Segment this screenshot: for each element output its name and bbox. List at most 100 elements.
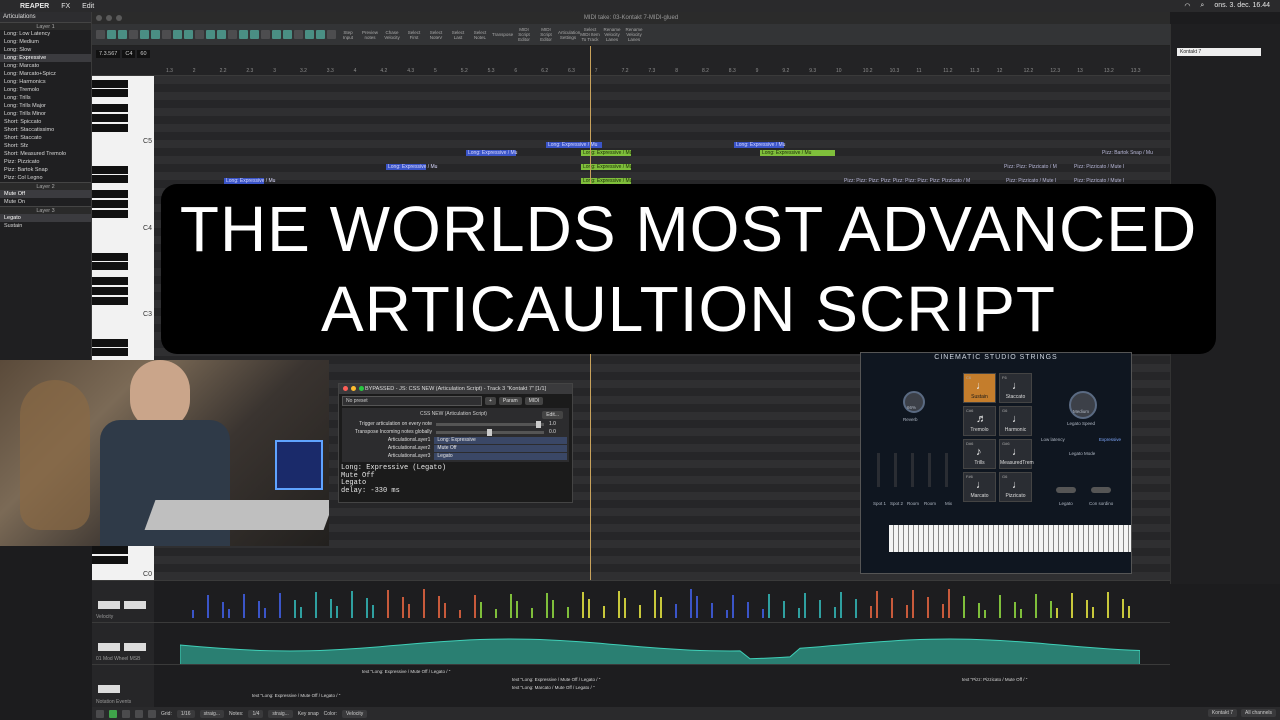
velocity-bar[interactable] — [912, 590, 914, 618]
velocity-bar[interactable] — [855, 599, 857, 618]
velocity-bar[interactable] — [387, 590, 389, 618]
toolbar-tool-icon[interactable] — [96, 30, 105, 39]
black-key[interactable] — [92, 556, 128, 564]
articulation-key-sustain[interactable]: C6 ♩ Sustain — [963, 373, 996, 403]
articulation-item[interactable]: Long: Expressive — [0, 54, 91, 62]
toolbar-action-button[interactable]: Select NoteL — [470, 30, 490, 40]
midi-note[interactable]: Long: Expressive / Mu — [734, 142, 785, 148]
lane-button[interactable] — [124, 643, 146, 651]
articulation-item[interactable]: Long: Slow — [0, 46, 91, 54]
toolbar-action-button[interactable]: Select NoteV — [426, 30, 446, 40]
velocity-bar[interactable] — [999, 595, 1001, 618]
black-key[interactable] — [92, 276, 128, 285]
velocity-bar[interactable] — [258, 601, 260, 618]
articulation-item[interactable]: Mute On — [0, 198, 91, 206]
articulation-item[interactable]: Long: Trills Major — [0, 102, 91, 110]
black-key[interactable] — [92, 252, 128, 261]
toolbar-action-button[interactable]: MIDI Script Editor — [514, 27, 534, 42]
articulation-key-trills[interactable]: D#6 ♪ Trills — [963, 439, 996, 469]
velocity-bar[interactable] — [978, 603, 980, 618]
midi-note[interactable]: Long: Expressive / Mu — [466, 150, 517, 156]
velocity-bar[interactable] — [876, 591, 878, 618]
toolbar-tool-icon[interactable] — [239, 30, 248, 39]
add-preset-button[interactable]: + — [485, 397, 496, 405]
fx-selector[interactable]: Kontakt 7 — [1177, 48, 1261, 56]
black-key[interactable] — [92, 175, 128, 184]
black-key[interactable] — [92, 89, 128, 97]
toolbar-action-button[interactable]: Select Last — [448, 30, 468, 40]
articulation-key-marcato[interactable]: F#6 ♩ Marcato — [963, 472, 996, 502]
black-key[interactable] — [92, 80, 128, 88]
edit-button[interactable]: Edit... — [542, 411, 563, 419]
velocity-bar[interactable] — [330, 599, 332, 618]
articulation-key-measuredtrem[interactable]: G#6 ♩ MeasuredTrem — [999, 439, 1034, 469]
kontakt-keyboard[interactable] — [889, 525, 1131, 552]
articulation-item[interactable]: Long: Medium — [0, 38, 91, 46]
black-key[interactable] — [92, 210, 128, 219]
midi-note[interactable]: Long: Expressive / Mu — [386, 164, 437, 170]
toolbar-tool-icon[interactable] — [107, 30, 116, 39]
toolbar-action-button[interactable]: Chase Velocity — [382, 30, 402, 40]
articulation-item[interactable]: Short: Spiccato — [0, 118, 91, 126]
velocity-bar[interactable] — [480, 602, 482, 618]
grid-type-select[interactable]: straig... — [199, 709, 224, 718]
text-event[interactable]: text "Long: Expressive / Mute Off / Lega… — [362, 669, 450, 674]
midi-note[interactable]: Long: Expressive / Mu — [581, 150, 632, 156]
velocity-bar[interactable] — [1050, 601, 1052, 618]
velocity-bar[interactable] — [1035, 594, 1037, 618]
velocity-bar[interactable] — [264, 608, 266, 618]
velocity-bar[interactable] — [840, 592, 842, 618]
velocity-bar[interactable] — [336, 606, 338, 618]
modwheel-lane[interactable]: 01 Mod Wheel MSB — [92, 622, 1170, 665]
jsfx-titlebar[interactable]: BYPASSED - JS: CSS NEW (Articulation Scr… — [339, 384, 572, 394]
black-key[interactable] — [92, 348, 128, 357]
mix-fader[interactable] — [928, 453, 931, 487]
velocity-bar[interactable] — [747, 602, 749, 618]
velocity-bar[interactable] — [948, 589, 950, 618]
articulation-key-tremolo[interactable]: C#6 ♬ Tremolo — [963, 406, 996, 436]
velocity-bar[interactable] — [624, 598, 626, 618]
toolbar-action-button[interactable]: Preview notes — [360, 30, 380, 40]
articulation-item[interactable]: Long: Marcato+Spicz — [0, 70, 91, 78]
slider-track[interactable] — [436, 428, 544, 436]
velocity-bar[interactable] — [942, 604, 944, 618]
lane-button[interactable] — [98, 601, 120, 609]
clock[interactable]: ons. 3. dec. 16.44 — [1214, 2, 1270, 10]
toolbar-tool-icon[interactable] — [162, 30, 171, 39]
velocity-bar[interactable] — [696, 596, 698, 618]
black-key[interactable] — [92, 124, 128, 132]
articulation-item[interactable]: Long: Trills — [0, 94, 91, 102]
selector-dropdown[interactable]: Long: Expressive — [434, 436, 567, 444]
text-event[interactable]: text "Long: Expressive / Mute Off / Lega… — [252, 693, 340, 698]
velocity-bar[interactable] — [192, 610, 194, 618]
modwheel-area[interactable] — [180, 638, 1140, 665]
velocity-bar[interactable] — [438, 596, 440, 618]
articulation-item[interactable]: Short: Staccatissimo — [0, 126, 91, 134]
app-menu[interactable]: REAPER — [20, 3, 49, 10]
key-snap-checkbox[interactable]: Key snap — [298, 711, 319, 717]
velocity-bar[interactable] — [444, 603, 446, 618]
black-key[interactable] — [92, 200, 128, 209]
toolbar-tool-icon[interactable] — [294, 30, 303, 39]
velocity-bar[interactable] — [804, 593, 806, 618]
black-key[interactable] — [92, 339, 128, 348]
toolbar-tool-icon[interactable] — [250, 30, 259, 39]
lane-button[interactable] — [98, 643, 120, 651]
velocity-bar[interactable] — [228, 609, 230, 618]
velocity-bar[interactable] — [618, 591, 620, 618]
articulation-item[interactable]: Legato — [0, 214, 91, 222]
text-event[interactable]: text "Pizz: Pizzicato / Mute Off / " — [962, 677, 1027, 682]
toolbar-action-button[interactable]: Step Input — [338, 30, 358, 40]
velocity-bar[interactable] — [423, 589, 425, 618]
velocity-bar[interactable] — [711, 603, 713, 618]
selector-dropdown[interactable]: Legato — [434, 452, 567, 460]
play-button[interactable] — [109, 709, 117, 718]
velocity-bar[interactable] — [906, 605, 908, 618]
velocity-bar[interactable] — [732, 595, 734, 618]
black-key[interactable] — [92, 296, 128, 305]
toolbar-tool-icon[interactable] — [206, 30, 215, 39]
velocity-bar[interactable] — [1122, 599, 1124, 618]
timeline-ruler[interactable]: 1.3 2 2.2 2.3 3 3.2 3.3 4 4.2 4.3 5 5.2 5.3 6 6.2 6.3 7 7… — [92, 46, 1170, 76]
notation-lane[interactable]: Notation Events text "Long: Expressive /… — [92, 664, 1170, 707]
velocity-bar[interactable] — [402, 597, 404, 618]
